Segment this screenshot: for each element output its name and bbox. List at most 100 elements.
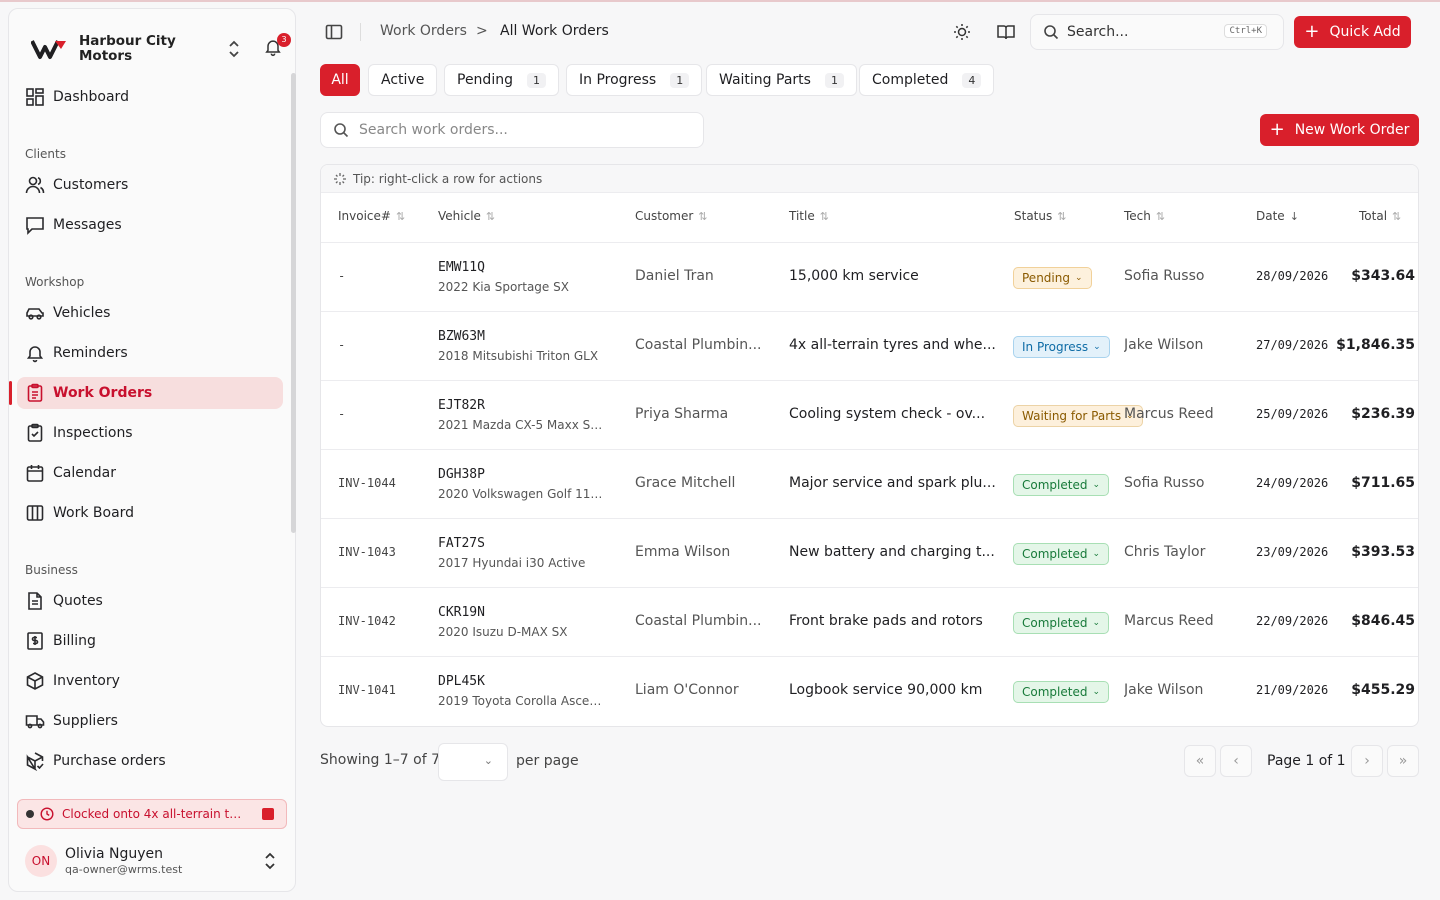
- nav-purchase-orders[interactable]: Purchase orders: [17, 745, 283, 777]
- col-customer[interactable]: Customer ⇅: [635, 209, 708, 223]
- user-email: qa-owner@wrms.test: [65, 863, 183, 876]
- sidebar-scrollbar[interactable]: [291, 73, 296, 533]
- search-icon: [334, 123, 349, 138]
- customer-name[interactable]: Liam O'Connor: [635, 682, 775, 698]
- per-page-select[interactable]: ⌄: [438, 743, 508, 781]
- status-label: Waiting for Parts: [1022, 409, 1122, 423]
- col-invoice[interactable]: Invoice# ⇅: [338, 209, 405, 223]
- table-row[interactable]: INV-1044 DGH38P 2020 Volkswagen Golf 110T.…: [321, 449, 1418, 518]
- first-page-button[interactable]: «: [1184, 745, 1216, 777]
- customer-name[interactable]: Emma Wilson: [635, 544, 775, 560]
- chevrons-up-down-icon[interactable]: [225, 39, 243, 59]
- nav-label: Inspections: [53, 425, 133, 441]
- tab-waiting-parts[interactable]: Waiting Parts 1: [706, 64, 857, 96]
- notifications-button[interactable]: 3: [263, 33, 291, 61]
- tab-all[interactable]: All: [320, 64, 360, 96]
- quick-add-button[interactable]: + Quick Add: [1294, 16, 1411, 48]
- status-badge[interactable]: Completed ⌄: [1013, 474, 1109, 496]
- previous-page-button[interactable]: ‹: [1220, 745, 1252, 777]
- table-row[interactable]: INV-1041 DPL45K 2019 Toyota Corolla Ascent…: [321, 656, 1418, 725]
- breadcrumb-work-orders[interactable]: Work Orders: [380, 23, 467, 39]
- work-order-title[interactable]: New battery and charging t...: [789, 544, 999, 560]
- customer-name[interactable]: Daniel Tran: [635, 268, 775, 284]
- work-order-title[interactable]: 15,000 km service: [789, 268, 999, 284]
- chevron-down-icon: ⌄: [1092, 549, 1100, 559]
- sort-icon: ⇅: [1057, 209, 1067, 223]
- work-order-search-input[interactable]: Search work orders...: [320, 112, 704, 148]
- search-icon: [1044, 25, 1059, 40]
- nav-quotes[interactable]: Quotes: [17, 585, 283, 617]
- status-badge[interactable]: In Progress ⌄: [1013, 336, 1110, 358]
- work-order-title[interactable]: Logbook service 90,000 km: [789, 682, 999, 698]
- customer-name[interactable]: Grace Mitchell: [635, 475, 775, 491]
- nav-label: Reminders: [53, 345, 128, 361]
- nav-work-orders[interactable]: Work Orders: [9, 377, 283, 409]
- recording-dot-icon: [26, 810, 34, 818]
- col-tech[interactable]: Tech ⇅: [1124, 209, 1165, 223]
- next-page-button[interactable]: ›: [1351, 745, 1383, 777]
- tab-completed[interactable]: Completed 4: [859, 64, 995, 96]
- last-page-button[interactable]: »: [1387, 745, 1419, 777]
- user-menu[interactable]: ON Olivia Nguyen qa-owner@wrms.test: [25, 841, 287, 881]
- col-date[interactable]: Date ↓: [1256, 209, 1299, 223]
- nav-reminders[interactable]: Reminders: [17, 337, 283, 369]
- breadcrumb-separator: >: [476, 23, 488, 39]
- sort-desc-icon: ↓: [1289, 209, 1299, 223]
- invoice-number: INV-1043: [338, 545, 396, 559]
- customer-name[interactable]: Coastal Plumbin...: [635, 613, 775, 629]
- table-row[interactable]: - BZW63M 2018 Mitsubishi Triton GLX Coastal…: [321, 311, 1418, 380]
- tab-in-progress[interactable]: In Progress 1: [566, 64, 703, 96]
- status-badge[interactable]: Completed ⌄: [1013, 612, 1109, 634]
- work-order-title[interactable]: Cooling system check - ov...: [789, 406, 999, 422]
- table-row[interactable]: - EMW11Q 2022 Kia Sportage SX Daniel Tran 15…: [321, 242, 1418, 311]
- new-work-order-button[interactable]: + New Work Order: [1260, 114, 1419, 146]
- tech-name: Sofia Russo: [1124, 475, 1205, 491]
- nav-label: Calendar: [53, 465, 116, 481]
- nav-calendar[interactable]: Calendar: [17, 457, 283, 489]
- status-badge[interactable]: Pending ⌄: [1013, 267, 1092, 289]
- nav-section-business: Business: [25, 563, 78, 577]
- book-open-icon[interactable]: [996, 22, 1016, 42]
- nav-billing[interactable]: Billing: [17, 625, 283, 657]
- nav-customers[interactable]: Customers: [17, 169, 283, 201]
- chevron-left-icon: ‹: [1233, 753, 1239, 769]
- nav-suppliers[interactable]: Suppliers: [17, 705, 283, 737]
- sidebar-toggle-icon[interactable]: [324, 22, 344, 42]
- brand-switcher[interactable]: Harbour City Motors 3: [31, 25, 291, 73]
- work-order-title[interactable]: Front brake pads and rotors: [789, 613, 999, 629]
- work-order-title[interactable]: Major service and spark plu...: [789, 475, 999, 491]
- chevrons-left-icon: «: [1195, 753, 1205, 769]
- customer-name[interactable]: Coastal Plumbin...: [635, 337, 775, 353]
- breadcrumb-current: All Work Orders: [500, 23, 609, 39]
- work-order-title[interactable]: 4x all-terrain tyres and whe...: [789, 337, 999, 353]
- table-row[interactable]: INV-1043 FAT27S 2017 Hyundai i30 Active Emm…: [321, 518, 1418, 587]
- work-order-total: $236.39: [1351, 406, 1415, 422]
- clocked-on-banner[interactable]: Clocked onto 4x all-terrain tyres and wh…: [17, 799, 287, 829]
- receipt-dollar-icon: [25, 631, 45, 651]
- status-badge[interactable]: Completed ⌄: [1013, 681, 1109, 703]
- col-vehicle[interactable]: Vehicle ⇅: [438, 209, 495, 223]
- sparkle-icon: [334, 172, 346, 185]
- nav-work-board[interactable]: Work Board: [17, 497, 283, 529]
- tab-pending[interactable]: Pending 1: [444, 64, 559, 96]
- table-row[interactable]: INV-1042 CKR19N 2020 Isuzu D-MAX SX Coastal…: [321, 587, 1418, 656]
- nav-inventory[interactable]: Inventory: [17, 665, 283, 697]
- nav-dashboard[interactable]: Dashboard: [17, 81, 283, 113]
- status-badge[interactable]: Completed ⌄: [1013, 543, 1109, 565]
- nav-inspections[interactable]: Inspections: [17, 417, 283, 449]
- col-status[interactable]: Status ⇅: [1014, 209, 1066, 223]
- col-title[interactable]: Title ⇅: [789, 209, 829, 223]
- col-total[interactable]: Total ⇅: [1359, 209, 1401, 223]
- nav-messages[interactable]: Messages: [17, 209, 283, 241]
- tab-active[interactable]: Active: [368, 64, 438, 96]
- dashboard-icon: [25, 87, 45, 107]
- sun-icon[interactable]: [952, 22, 972, 42]
- global-search[interactable]: Search... Ctrl+K: [1030, 14, 1284, 50]
- nav-vehicles[interactable]: Vehicles: [17, 297, 283, 329]
- global-search-placeholder: Search...: [1067, 24, 1129, 40]
- sort-icon: ⇅: [819, 209, 829, 223]
- customer-name[interactable]: Priya Sharma: [635, 406, 775, 422]
- brand-name: Harbour City Motors: [79, 33, 176, 64]
- table-row[interactable]: - EJT82R 2021 Mazda CX-5 Maxx Sport Priya S…: [321, 380, 1418, 449]
- stop-timer-button[interactable]: [262, 808, 274, 820]
